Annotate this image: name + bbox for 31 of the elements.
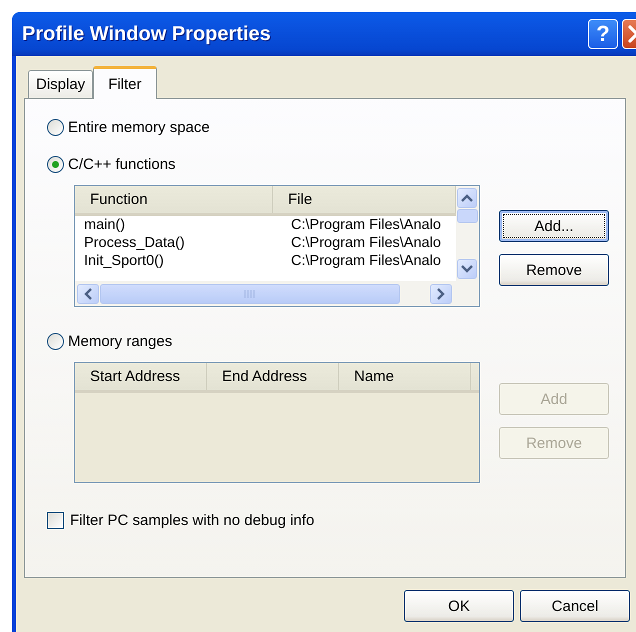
tab[interactable]: Display xyxy=(28,70,94,98)
table-cell[interactable]: C:\Program Files\Analo xyxy=(282,217,456,233)
grip-icon xyxy=(244,290,256,298)
table-cell[interactable]: C:\Program Files\Analo xyxy=(282,253,456,269)
add-button[interactable]: Add... xyxy=(499,210,609,242)
radio-button[interactable] xyxy=(47,118,64,136)
checkbox-label[interactable]: Filter PC samples with no debug info xyxy=(70,512,314,528)
window-title: Profile Window Properties xyxy=(22,22,272,46)
column-header[interactable]: Start Address xyxy=(75,363,207,390)
radio-button[interactable] xyxy=(47,156,64,172)
tab[interactable]: Filter xyxy=(93,66,157,99)
table-cell[interactable]: main() xyxy=(75,217,282,233)
radio-button[interactable] xyxy=(47,332,64,350)
radio-label[interactable]: C/C++ functions xyxy=(68,156,176,172)
scroll-thumb[interactable] xyxy=(100,284,400,304)
cancel-button[interactable]: Cancel xyxy=(520,590,630,622)
table-cell[interactable]: C:\Program Files\Analo xyxy=(282,235,456,251)
vertical-scrollbar[interactable] xyxy=(456,186,479,281)
ok-button[interactable]: OK xyxy=(404,590,514,622)
table-cell[interactable]: Init_Sport0() xyxy=(75,253,282,269)
column-header[interactable]: End Address xyxy=(207,363,339,390)
radio-label[interactable]: Memory ranges xyxy=(68,332,172,350)
column-header[interactable]: Function xyxy=(75,186,273,213)
checkbox[interactable] xyxy=(47,512,64,528)
horizontal-scrollbar[interactable] xyxy=(75,281,479,306)
table-cell[interactable]: Process_Data() xyxy=(75,235,282,251)
remove-button[interactable]: Remove xyxy=(499,254,609,286)
help-button[interactable]: ? xyxy=(588,19,618,49)
scroll-thumb[interactable] xyxy=(457,209,478,223)
radio-label[interactable]: Entire memory space xyxy=(68,118,210,136)
column-header[interactable]: Name xyxy=(339,363,471,390)
